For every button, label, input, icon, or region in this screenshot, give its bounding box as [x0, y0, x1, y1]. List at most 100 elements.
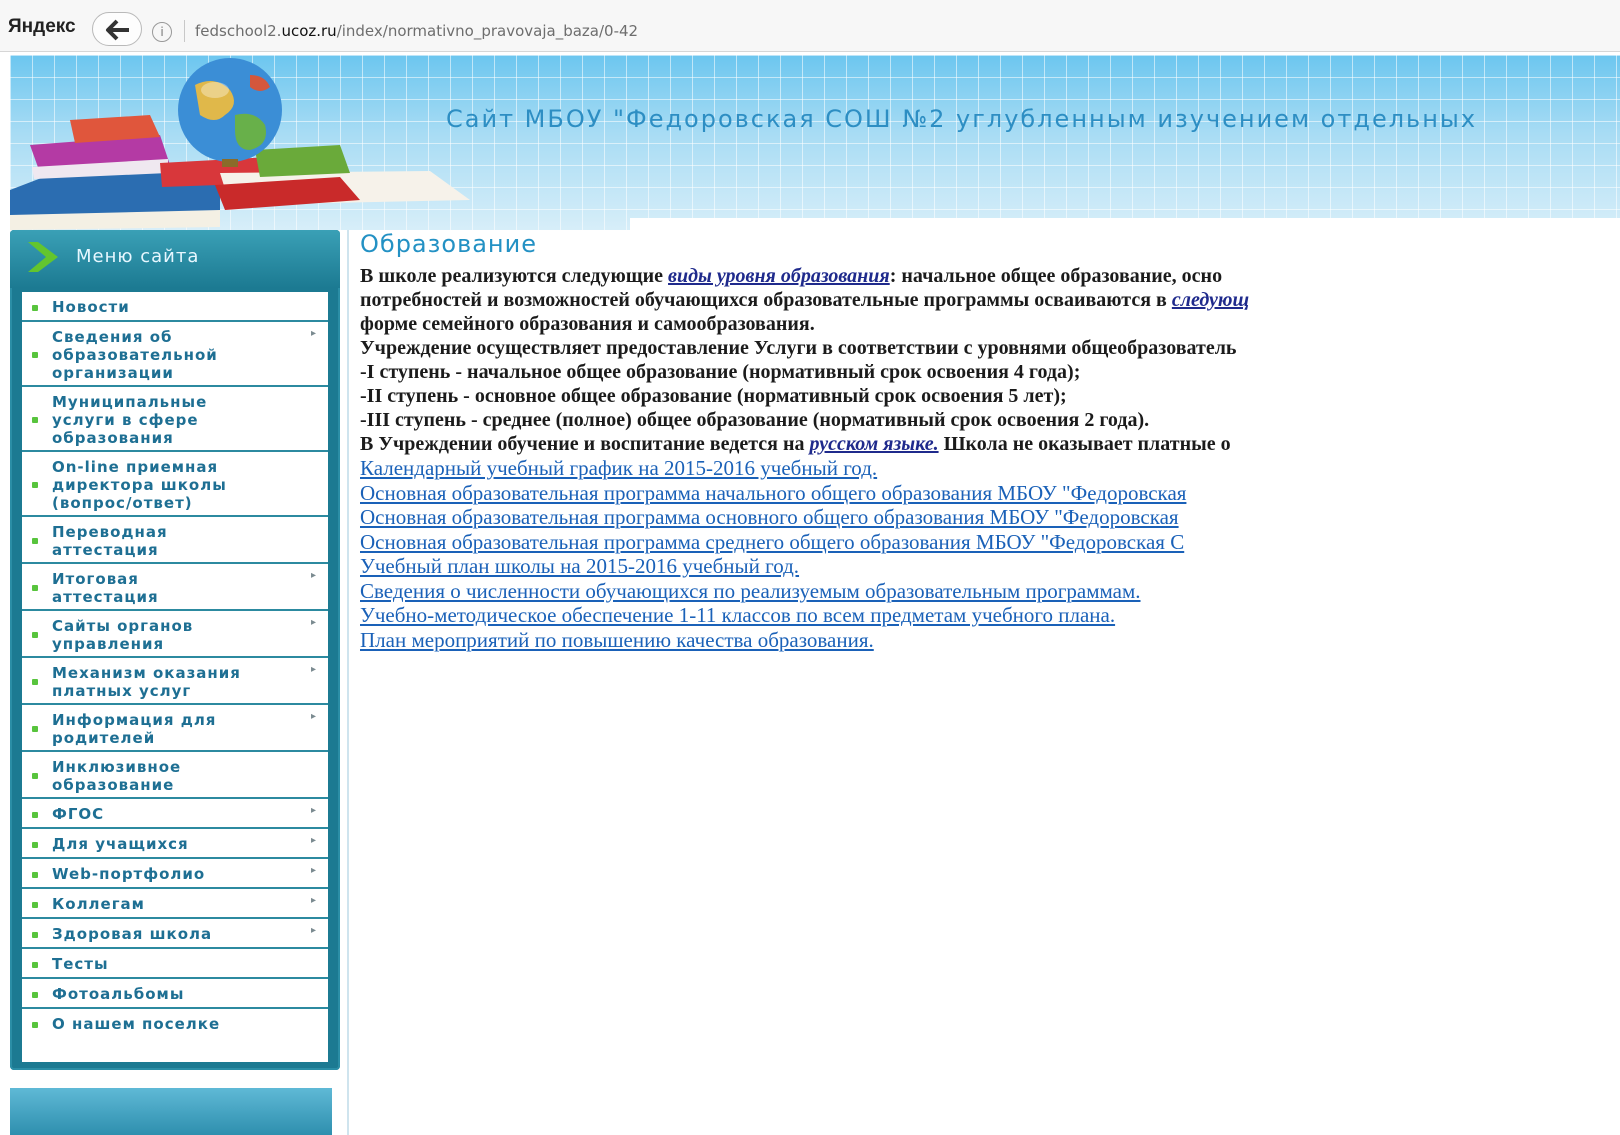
menu-item-label: Сайты органов управления	[52, 617, 194, 653]
menu-item-label: Информация для родителей	[52, 711, 217, 747]
menu-item-final-attestation[interactable]: Итоговая аттестация ▸	[22, 564, 328, 611]
bullet-icon	[32, 726, 38, 732]
paragraph-line: потребностей и возможностей обучающихся …	[360, 288, 1620, 312]
menu-item-label: Новости	[52, 298, 130, 316]
document-link-methodical-support[interactable]: Учебно-методическое обеспечение 1-11 кла…	[360, 603, 1620, 628]
bullet-icon	[32, 1022, 38, 1028]
following-forms-link[interactable]: следующ	[1172, 289, 1249, 311]
menu-item-online-reception[interactable]: On-line приемная директора школы (вопрос…	[22, 452, 328, 517]
site-menu-title: Меню сайта	[76, 246, 200, 267]
paragraph-line: форме семейного образования и самообразо…	[360, 313, 815, 335]
browser-brand: Яндекс	[8, 16, 76, 37]
header-bottom-tab	[630, 218, 1620, 230]
menu-item-transfer-attestation[interactable]: Переводная аттестация	[22, 517, 328, 564]
menu-item-label: О нашем поселке	[52, 1015, 221, 1033]
menu-item-parents-info[interactable]: Информация для родителей ▸	[22, 705, 328, 752]
address-url[interactable]: fedschool2.ucoz.ru/index/normativno_prav…	[195, 22, 638, 40]
sidebar-banner-image[interactable]	[10, 1088, 332, 1135]
menu-item-label: Для учащихся	[52, 835, 189, 853]
education-levels-link[interactable]: виды уровня образования	[668, 265, 890, 287]
bullet-icon	[32, 632, 38, 638]
submenu-arrow-icon: ▸	[310, 835, 316, 846]
site-menu-header: Меню сайта	[10, 230, 340, 288]
paragraph-line: В Учреждении обучение и воспитание ведет…	[360, 432, 1620, 456]
text-span: Школа не оказывает платные о	[938, 433, 1231, 455]
page-title: Образование	[360, 230, 537, 258]
chevron-right-icon	[28, 242, 58, 272]
site-header-banner: Сайт МБОУ "Федоровская СОШ №2 углубленны…	[10, 55, 1620, 230]
back-arrow-icon	[106, 19, 129, 41]
menu-item-paid-services[interactable]: Механизм оказания платных услуг ▸	[22, 658, 328, 705]
submenu-arrow-icon: ▸	[310, 711, 316, 722]
back-button[interactable]	[92, 12, 142, 46]
article-body: В школе реализуются следующие виды уровн…	[360, 264, 1620, 652]
submenu-arrow-icon: ▸	[310, 895, 316, 906]
site-menu: Меню сайта Новости Сведения об образоват…	[10, 230, 340, 1070]
submenu-arrow-icon: ▸	[310, 805, 316, 816]
url-prefix: fedschool2.	[195, 22, 282, 40]
menu-item-org-info[interactable]: Сведения об образовательной организации …	[22, 322, 328, 387]
menu-item-label: Инклюзивное образование	[52, 758, 182, 794]
document-link-primary-program[interactable]: Основная образовательная программа начал…	[360, 481, 1620, 506]
menu-item-municipal-services[interactable]: Муниципальные услуги в сфере образования	[22, 387, 328, 452]
menu-item-label: ФГОС	[52, 805, 105, 823]
bullet-icon	[32, 352, 38, 358]
menu-item-government-sites[interactable]: Сайты органов управления ▸	[22, 611, 328, 658]
document-link-student-numbers[interactable]: Сведения о численности обучающихся по ре…	[360, 579, 1620, 604]
paragraph-line: -II ступень - основное общее образование…	[360, 385, 1067, 407]
document-link-secondary-program[interactable]: Основная образовательная программа средн…	[360, 530, 1620, 555]
menu-item-label: Муниципальные услуги в сфере образования	[52, 393, 208, 447]
bullet-icon	[32, 538, 38, 544]
submenu-arrow-icon: ▸	[310, 925, 316, 936]
document-link-curriculum[interactable]: Учебный план школы на 2015-2016 учебный …	[360, 554, 1620, 579]
bullet-icon	[32, 585, 38, 591]
submenu-arrow-icon: ▸	[310, 617, 316, 628]
bullet-icon	[32, 812, 38, 818]
bullet-icon	[32, 842, 38, 848]
bullet-icon	[32, 417, 38, 423]
menu-item-students[interactable]: Для учащихся ▸	[22, 829, 328, 859]
menu-item-tests[interactable]: Тесты	[22, 949, 328, 979]
address-divider	[184, 20, 185, 42]
url-domain: ucoz.ru	[281, 22, 337, 40]
sidebar: Меню сайта Новости Сведения об образоват…	[10, 230, 349, 1135]
browser-address-bar: Яндекс i fedschool2.ucoz.ru/index/normat…	[0, 0, 1620, 52]
submenu-arrow-icon: ▸	[310, 570, 316, 581]
menu-item-web-portfolio[interactable]: Web-портфолио ▸	[22, 859, 328, 889]
text-span: В школе реализуются следующие	[360, 265, 669, 287]
site-menu-list: Новости Сведения об образовательной орга…	[22, 292, 328, 1062]
menu-item-label: Здоровая школа	[52, 925, 213, 943]
document-link-basic-program[interactable]: Основная образовательная программа основ…	[360, 505, 1620, 530]
menu-item-inclusive-education[interactable]: Инклюзивное образование	[22, 752, 328, 799]
document-link-calendar[interactable]: Календарный учебный график на 2015-2016 …	[360, 456, 1620, 481]
site-info-icon[interactable]: i	[152, 22, 172, 42]
paragraph-line: -III ступень - среднее (полное) общее об…	[360, 409, 1150, 431]
bullet-icon	[32, 962, 38, 968]
bullet-icon	[32, 773, 38, 779]
menu-item-label: Переводная аттестация	[52, 523, 168, 559]
main-content: Образование В школе реализуются следующи…	[360, 230, 1620, 1135]
submenu-arrow-icon: ▸	[310, 328, 316, 339]
menu-item-label: Фотоальбомы	[52, 985, 185, 1003]
submenu-arrow-icon: ▸	[310, 664, 316, 675]
bullet-icon	[32, 305, 38, 311]
menu-item-healthy-school[interactable]: Здоровая школа ▸	[22, 919, 328, 949]
paragraph-line: Учреждение осуществляет предоставление У…	[360, 337, 1237, 359]
menu-item-fgos[interactable]: ФГОС ▸	[22, 799, 328, 829]
menu-item-label: On-line приемная директора школы (вопрос…	[52, 458, 227, 512]
books-globe-illustration	[10, 58, 470, 230]
menu-item-label: Коллегам	[52, 895, 145, 913]
bullet-icon	[32, 992, 38, 998]
document-link-quality-plan[interactable]: План мероприятий по повышению качества о…	[360, 628, 1620, 653]
site-title: Сайт МБОУ "Федоровская СОШ №2 углубленны…	[446, 105, 1478, 133]
menu-item-label: Тесты	[52, 955, 109, 973]
menu-item-news[interactable]: Новости	[22, 292, 328, 322]
menu-item-about-village[interactable]: О нашем поселке	[22, 1009, 328, 1041]
bullet-icon	[32, 932, 38, 938]
menu-item-label: Механизм оказания платных услуг	[52, 664, 241, 700]
submenu-arrow-icon: ▸	[310, 865, 316, 876]
menu-item-photo-albums[interactable]: Фотоальбомы	[22, 979, 328, 1009]
russian-language-link[interactable]: русском языке.	[809, 433, 938, 455]
text-span: потребностей и возможностей обучающихся …	[360, 289, 1172, 311]
menu-item-colleagues[interactable]: Коллегам ▸	[22, 889, 328, 919]
